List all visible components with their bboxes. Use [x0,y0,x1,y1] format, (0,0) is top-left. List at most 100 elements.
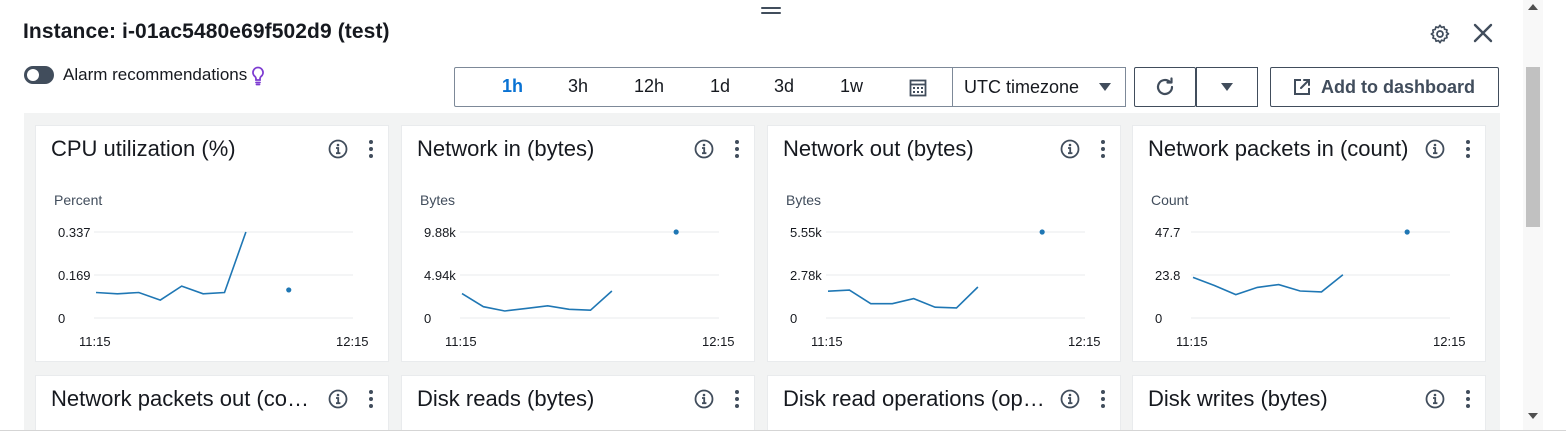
time-range-3d[interactable]: 3d [774,76,794,97]
metric-widget: CPU utilization (%) Percent 0.337 0.169 0 11:… [35,125,389,362]
y-tick-label: 0 [790,311,797,326]
data-point [1039,229,1045,235]
time-range-selector: 1h 3h 12h 1d 3d 1w [454,67,953,107]
line-chart: 47.7 23.8 0 11:15 12:15 [1155,225,1466,349]
alarm-recommendations-row: Alarm recommendations [24,64,265,86]
series-line [461,290,613,312]
x-tick-label: 11:15 [1176,334,1208,349]
y-tick-label: 0 [58,311,65,326]
series-line [95,231,247,301]
instance-monitoring-panel: Instance: i-01ac5480e69f502d9 (test) Ala… [0,0,1566,431]
data-point [286,287,292,293]
calendar-icon[interactable] [909,79,927,97]
data-point [673,229,679,235]
metric-widget: Network out (bytes) Bytes 5.55k 2.78k 0 11:15… [767,125,1121,362]
y-axis-label: Bytes [786,192,822,208]
more-options-icon[interactable] [1099,388,1107,410]
metric-widget: Network packets in (count) Count 47.7 23.8 0… [1132,125,1486,362]
y-tick-label: 23.8 [1155,268,1180,283]
widget-title: Network in (bytes) [417,136,595,161]
info-icon[interactable] [1425,389,1445,409]
metric-widget: Disk writes (bytes) [1132,375,1486,431]
add-to-dashboard-button[interactable]: Add to dashboard [1270,67,1499,107]
timezone-select[interactable]: UTC timezone [952,67,1126,107]
series-line [827,286,979,309]
y-axis-label: Bytes [420,192,456,208]
close-button[interactable] [1470,20,1496,46]
caret-down-icon [1099,83,1111,91]
widget-title: Network packets in (count) [1148,136,1409,161]
info-icon[interactable] [694,389,714,409]
more-options-icon[interactable] [1464,138,1472,160]
x-tick-label: 12:15 [1068,334,1101,349]
x-tick-label: 12:15 [702,334,735,349]
y-tick-label: 4.94k [424,268,456,283]
more-options-icon[interactable] [1464,388,1472,410]
refresh-icon [1156,77,1174,96]
time-range-3h[interactable]: 3h [568,76,588,97]
y-tick-label: 2.78k [790,268,822,283]
x-tick-label: 11:15 [811,334,843,349]
external-link-icon [1294,79,1310,95]
time-range-12h[interactable]: 12h [634,76,664,97]
info-icon[interactable] [694,139,714,159]
x-tick-label: 12:15 [1433,334,1466,349]
time-range-1d[interactable]: 1d [710,76,730,97]
more-options-icon[interactable] [733,388,741,410]
y-tick-label: 5.55k [790,225,822,240]
refresh-interval-dropdown[interactable] [1196,67,1258,107]
widget-title: Disk reads (bytes) [417,386,595,411]
more-options-icon[interactable] [367,388,375,410]
refresh-button[interactable] [1134,67,1196,107]
widget-title: Disk writes (bytes) [1148,386,1328,411]
info-icon[interactable] [328,389,348,409]
scrollbar[interactable] [1523,0,1543,431]
y-tick-label: 0.337 [58,225,91,240]
more-options-icon[interactable] [367,138,375,160]
add-to-dashboard-label: Add to dashboard [1321,76,1475,97]
metric-widget: Disk reads (bytes) [401,375,755,431]
timezone-value: UTC timezone [964,76,1080,97]
page-title: Instance: i-01ac5480e69f502d9 (test) [23,20,390,43]
scroll-down-icon[interactable] [1528,413,1538,419]
more-options-icon[interactable] [733,138,741,160]
y-tick-label: 0 [424,311,431,326]
x-tick-label: 11:15 [445,334,477,349]
widget-title: CPU utilization (%) [51,136,236,161]
more-options-icon[interactable] [1099,138,1107,160]
gear-icon [1430,24,1450,44]
lightbulb-icon [252,66,265,86]
widget-title: Network out (bytes) [783,136,974,161]
resize-handle-icon[interactable] [761,4,781,18]
y-tick-label: 0.169 [58,268,91,283]
info-icon[interactable] [1425,139,1445,159]
alarm-recommendations-label: Alarm recommendations [63,65,248,84]
widget-title: Network packets out (count) [51,386,321,411]
info-icon[interactable] [328,139,348,159]
scroll-thumb[interactable] [1526,67,1540,227]
line-chart: 0.337 0.169 0 11:15 12:15 [58,225,369,349]
line-chart: 5.55k 2.78k 0 11:15 12:15 [790,225,1101,349]
time-range-1h[interactable]: 1h [502,76,523,97]
y-tick-label: 9.88k [424,225,456,240]
metric-widget: Disk read operations (operations) [767,375,1121,431]
scroll-up-icon[interactable] [1528,4,1538,10]
widget-title: Disk read operations (operations) [783,386,1053,411]
y-tick-label: 47.7 [1155,225,1180,240]
info-icon[interactable] [1060,139,1080,159]
y-axis-label: Percent [54,192,103,208]
alarm-recommendations-toggle[interactable] [24,66,54,84]
x-tick-label: 11:15 [79,334,111,349]
metric-widget: Network in (bytes) Bytes 9.88k 4.94k 0 11:15 1… [401,125,755,362]
y-axis-label: Count [1151,192,1189,208]
settings-button[interactable] [1427,21,1453,47]
time-range-1w[interactable]: 1w [840,76,863,97]
y-tick-label: 0 [1155,311,1162,326]
close-icon [1473,23,1493,43]
line-chart: 9.88k 4.94k 0 11:15 12:15 [424,225,735,349]
info-icon[interactable] [1060,389,1080,409]
x-tick-label: 12:15 [336,334,369,349]
data-point [1404,229,1410,235]
metric-widget: Network packets out (count) [35,375,389,431]
caret-down-icon [1221,83,1233,91]
